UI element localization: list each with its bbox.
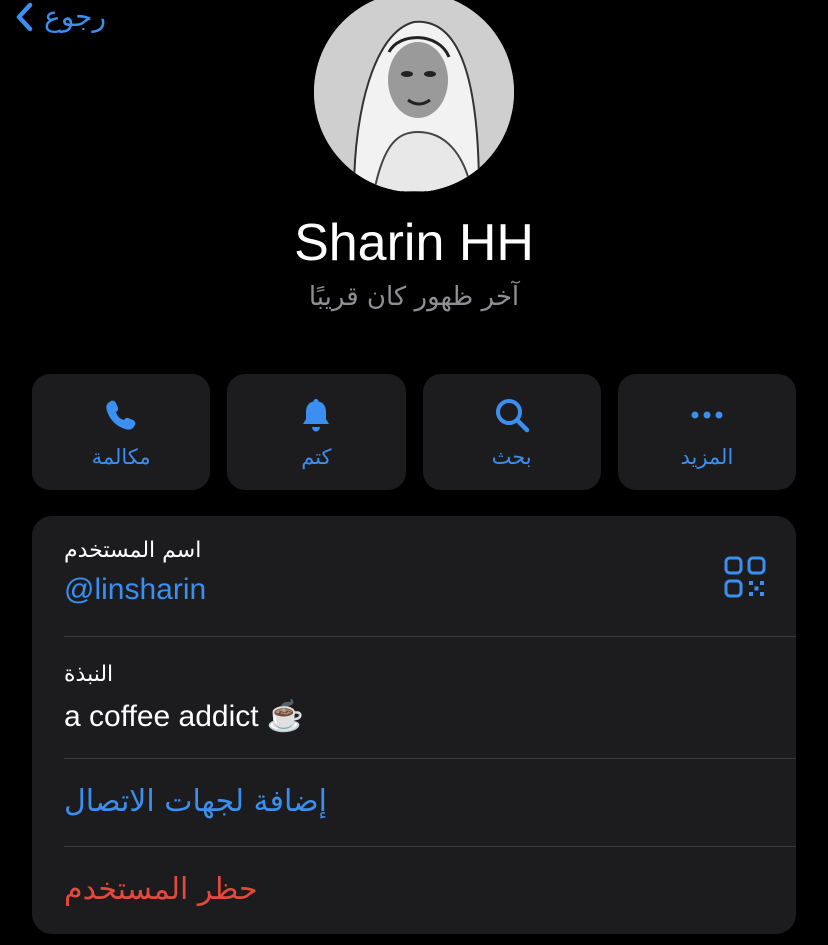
bio-value: a coffee addict ☕ <box>64 700 305 733</box>
divider <box>64 846 796 847</box>
phone-icon <box>106 400 136 430</box>
divider <box>64 636 796 637</box>
more-label: المزيد <box>680 445 734 469</box>
call-button[interactable]: مكالمة <box>32 374 211 490</box>
qr-code-icon[interactable] <box>724 556 766 598</box>
chevron-left-icon <box>16 2 33 31</box>
search-icon <box>495 399 529 433</box>
call-label: مكالمة <box>91 445 151 469</box>
back-label: رجوع <box>44 0 107 33</box>
more-icon <box>691 411 723 419</box>
username-label: اسم المستخدم <box>64 538 202 563</box>
bell-icon <box>303 399 330 432</box>
search-button[interactable]: بحث <box>422 374 601 490</box>
add-contact-button[interactable]: إضافة لجهات الاتصال <box>64 784 764 819</box>
username-value[interactable]: @linsharin <box>64 573 764 607</box>
add-contact-row[interactable]: إضافة لجهات الاتصال <box>32 784 796 819</box>
action-bar: مكالمة كتم بحث المزيد <box>32 374 796 490</box>
profile-name: Sharin HH <box>294 214 534 272</box>
avatar-image <box>314 0 514 192</box>
mute-label: كتم <box>301 445 332 469</box>
mute-button[interactable]: كتم <box>227 374 406 490</box>
avatar[interactable] <box>314 0 514 192</box>
block-user-row[interactable]: حظر المستخدم <box>32 872 796 907</box>
search-label: بحث <box>491 445 532 469</box>
divider <box>64 758 796 759</box>
last-seen-status: آخر ظهور كان قريبًا <box>308 282 520 312</box>
username-row[interactable]: اسم المستخدم @linsharin <box>32 538 796 607</box>
more-button[interactable]: المزيد <box>617 374 796 490</box>
bio-row: النبذة a coffee addict ☕ <box>32 662 796 734</box>
block-user-button[interactable]: حظر المستخدم <box>64 872 764 907</box>
bio-label: النبذة <box>64 662 114 687</box>
back-button[interactable]: رجوع <box>14 0 106 33</box>
info-card: اسم المستخدم @linsharin النبذة a coffee … <box>32 516 796 934</box>
